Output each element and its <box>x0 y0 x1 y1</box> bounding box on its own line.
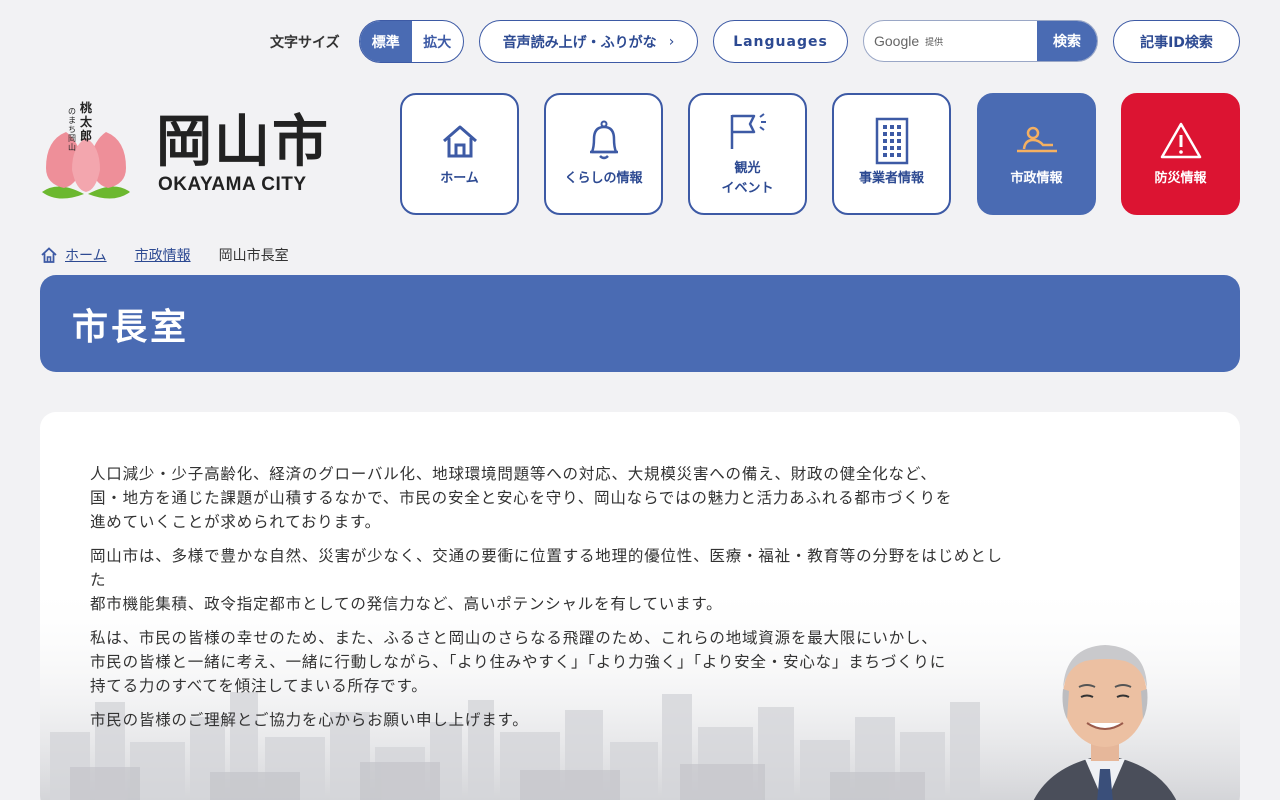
svg-text:桃: 桃 <box>80 100 92 115</box>
nav-disaster-label: 防災情報 <box>1154 171 1207 186</box>
nav-living-label: くらしの情報 <box>564 171 643 186</box>
svg-text:ち: ち <box>68 125 76 134</box>
message-line: 岡山市は、多様で豊かな自然、災害が少なく、交通の要衝に位置する地理的優位性、医療… <box>90 547 1003 565</box>
message-line: 市民の皆様のご理解とご協力を心からお願い申し上げます。 <box>90 711 529 729</box>
message-line: 人口減少・少子高齢化、経済のグローバル化、地球環境問題等への対応、大規模災害への… <box>90 465 937 483</box>
utility-bar: 文字サイズ 標準 拡大 音声読み上げ・ふりがな › Languages Goog… <box>0 20 1280 64</box>
font-size-label: 文字サイズ <box>270 35 340 51</box>
svg-text:太: 太 <box>80 114 93 129</box>
peach-logo-icon: 桃 太 郎 の ま ち 岡 山 <box>42 100 130 199</box>
font-size-large-button[interactable]: 拡大 <box>412 21 464 62</box>
nav-tourism[interactable]: 観光 イベント <box>688 93 807 215</box>
nav-living[interactable]: くらしの情報 <box>544 93 663 215</box>
nav-home[interactable]: ホーム <box>400 93 519 215</box>
article-id-search-label: 記事ID検索 <box>1140 34 1213 51</box>
mayor-portrait <box>1033 645 1177 800</box>
svg-text:ま: ま <box>68 116 76 125</box>
page-title: 市長室 <box>72 306 190 348</box>
font-size-standard-button[interactable]: 標準 <box>360 21 412 62</box>
mayor-message: 人口減少・少子高齢化、経済のグローバル化、地球環境問題等への対応、大規模災害への… <box>90 462 1090 742</box>
message-line: 市民の皆様と一緒に考え、一緒に行動しながら、「より住みやすく」「より力強く」「よ… <box>90 653 947 671</box>
building-icon <box>870 117 914 165</box>
podium-icon <box>1015 119 1059 163</box>
site-logo[interactable]: 桃 太 郎 の ま ち 岡 山 岡山市 OKAYAMA CITY <box>38 100 338 210</box>
svg-text:山: 山 <box>68 142 76 152</box>
home-icon <box>41 247 57 263</box>
search-button[interactable]: 検索 <box>1037 21 1097 61</box>
google-brand: Google <box>874 33 920 49</box>
message-line: 国・地方を通じた課題が山積するなかで、市民の安全と安心を守り、岡山ならではの魅力… <box>90 489 953 507</box>
search-input[interactable]: Google 提供 <box>864 21 1037 61</box>
message-paragraph: 人口減少・少子高齢化、経済のグローバル化、地球環境問題等への対応、大規模災害への… <box>90 462 1090 534</box>
site-search: Google 提供 検索 <box>863 20 1098 62</box>
search-provided-label: 提供 <box>925 37 944 48</box>
breadcrumb-home-link[interactable]: ホーム <box>65 245 107 265</box>
svg-text:郎: 郎 <box>80 128 92 143</box>
message-line: 都市機能集積、政令指定都市としての発信力など、高いポテンシャルを有しています。 <box>90 595 723 613</box>
warning-icon <box>1159 119 1203 163</box>
nav-disaster[interactable]: 防災情報 <box>1121 93 1240 215</box>
message-paragraph: 岡山市は、多様で豊かな自然、災害が少なく、交通の要衝に位置する地理的優位性、医療… <box>90 544 1090 616</box>
languages-button[interactable]: Languages <box>713 20 848 63</box>
page-title-banner: 市長室 <box>40 275 1240 372</box>
message-paragraph: 私は、市民の皆様の幸せのため、また、ふるさと岡山のさらなる飛躍のため、これらの地… <box>90 626 1090 698</box>
nav-tourism-label: 観光 イベント <box>721 161 774 196</box>
breadcrumb-current: 岡山市長室 <box>218 248 289 264</box>
message-line: 進めていくことが求められております。 <box>90 513 381 531</box>
message-paragraph: 市民の皆様のご理解とご協力を心からお願い申し上げます。 <box>90 708 1090 732</box>
languages-label: Languages <box>733 33 828 50</box>
svg-text:岡: 岡 <box>68 134 76 143</box>
article-id-search-button[interactable]: 記事ID検索 <box>1113 20 1240 63</box>
nav-city-government[interactable]: 市政情報 <box>977 93 1096 215</box>
city-name-en: OKAYAMA CITY <box>158 174 307 195</box>
breadcrumb: ホーム 市政情報 岡山市長室 <box>40 245 289 265</box>
nav-business-label: 事業者情報 <box>858 171 924 186</box>
city-name: 岡山市 <box>156 109 330 175</box>
svg-text:の: の <box>68 107 76 116</box>
chevron-right-icon: › <box>668 33 675 50</box>
nav-business[interactable]: 事業者情報 <box>832 93 951 215</box>
font-size-toggle: 標準 拡大 <box>359 20 464 63</box>
mayor-message-card: 人口減少・少子高齢化、経済のグローバル化、地球環境問題等への対応、大規模災害への… <box>40 412 1240 800</box>
message-line: た <box>90 571 107 589</box>
nav-home-label: ホーム <box>440 171 479 186</box>
nav-city-government-label: 市政情報 <box>1010 171 1063 186</box>
message-line: 私は、市民の皆様の幸せのため、また、ふるさと岡山のさらなる飛躍のため、これらの地… <box>90 629 938 647</box>
bell-icon <box>582 119 626 163</box>
read-aloud-label: 音声読み上げ・ふりがな <box>502 34 657 51</box>
read-aloud-button[interactable]: 音声読み上げ・ふりがな › <box>479 20 698 63</box>
breadcrumb-city-government-link[interactable]: 市政情報 <box>135 245 191 265</box>
flag-icon <box>726 109 770 153</box>
home-icon <box>438 119 482 163</box>
message-line: 持てる力のすべてを傾注してまいる所存です。 <box>90 677 428 695</box>
